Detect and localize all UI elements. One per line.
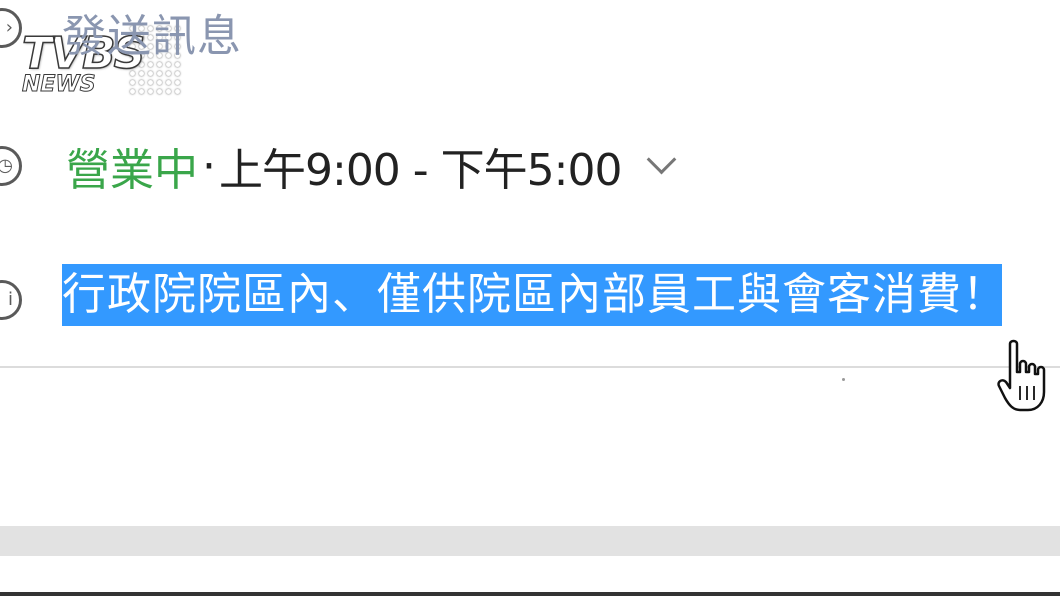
open-status-label: 營業中	[66, 145, 198, 196]
bottom-border	[0, 592, 1060, 596]
section-divider	[0, 366, 1060, 368]
selected-notice-text[interactable]: 行政院院區內、僅供院區內部員工與會客消費！	[62, 264, 1002, 326]
business-hours-row[interactable]: 營業中 · 上午9:00 - 下午5:00	[66, 138, 677, 196]
scroll-band	[0, 526, 1060, 556]
stray-dot	[842, 378, 845, 381]
hours-range: 上午9:00 - 下午5:00	[219, 145, 622, 196]
info-icon: i	[0, 280, 22, 320]
clock-icon: ◷	[0, 146, 22, 186]
hours-separator: ·	[202, 140, 216, 192]
hand-cursor-icon	[997, 339, 1046, 412]
send-message-button[interactable]: 發送訊息	[62, 0, 242, 64]
chevron-down-icon[interactable]	[647, 144, 677, 174]
watermark-sub: NEWS	[22, 72, 97, 98]
